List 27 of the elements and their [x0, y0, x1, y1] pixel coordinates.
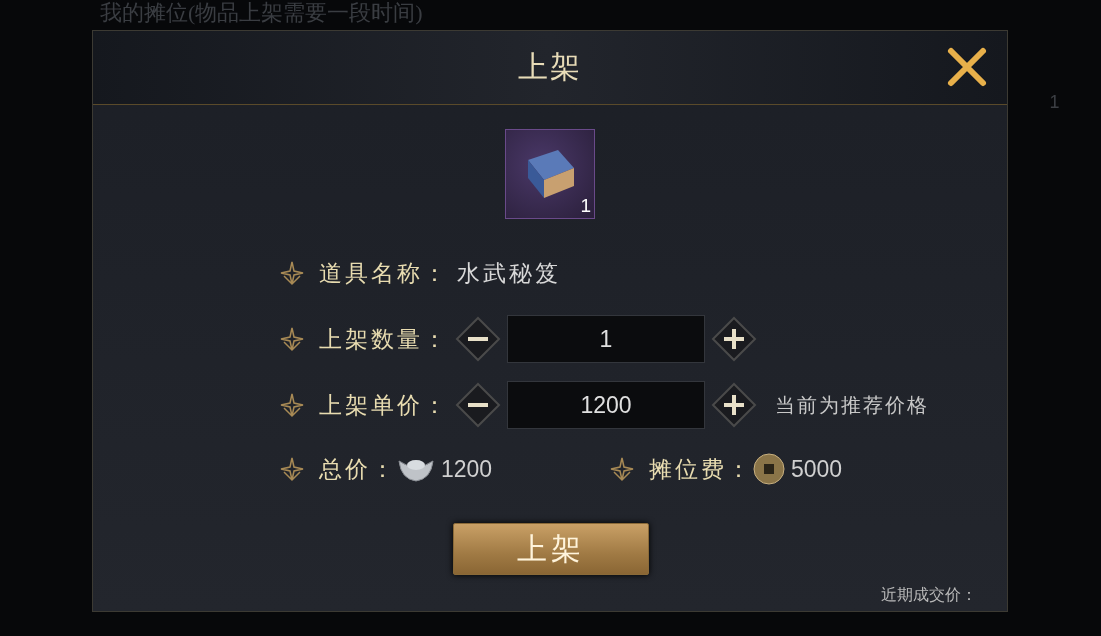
background-count: 1 [1049, 92, 1060, 113]
ornament-icon [279, 456, 305, 482]
number-field[interactable]: 1200 [507, 381, 705, 429]
cost-label: 总价： [319, 455, 397, 484]
number-field[interactable]: 1 [507, 315, 705, 363]
ornament-icon [609, 456, 635, 482]
price-note: 当前为推荐价格 [775, 392, 929, 418]
field-label: 上架单价： [319, 391, 449, 420]
cost-value: 5000 [791, 455, 843, 483]
cost-value: 1200 [441, 455, 493, 483]
item-count: 1 [580, 195, 591, 217]
plus-button[interactable] [711, 382, 757, 428]
item-name: 水武秘笈 [457, 259, 561, 288]
dialog-title: 上架 [518, 49, 582, 85]
field-label: 道具名称： [319, 259, 449, 288]
plus-button[interactable] [711, 316, 757, 362]
close-button[interactable] [945, 45, 989, 89]
ornament-icon [279, 392, 305, 418]
field-label: 上架数量： [319, 325, 449, 354]
minus-button[interactable] [455, 316, 501, 362]
ornament-icon [279, 260, 305, 286]
coin-icon [753, 453, 785, 485]
minus-button[interactable] [455, 382, 501, 428]
background-title: 我的摊位(物品上架需要一段时间) [100, 0, 423, 26]
ornament-icon [279, 326, 305, 352]
cost-label: 摊位费： [649, 455, 753, 484]
recent-price-label: 近期成交价： [881, 585, 977, 605]
